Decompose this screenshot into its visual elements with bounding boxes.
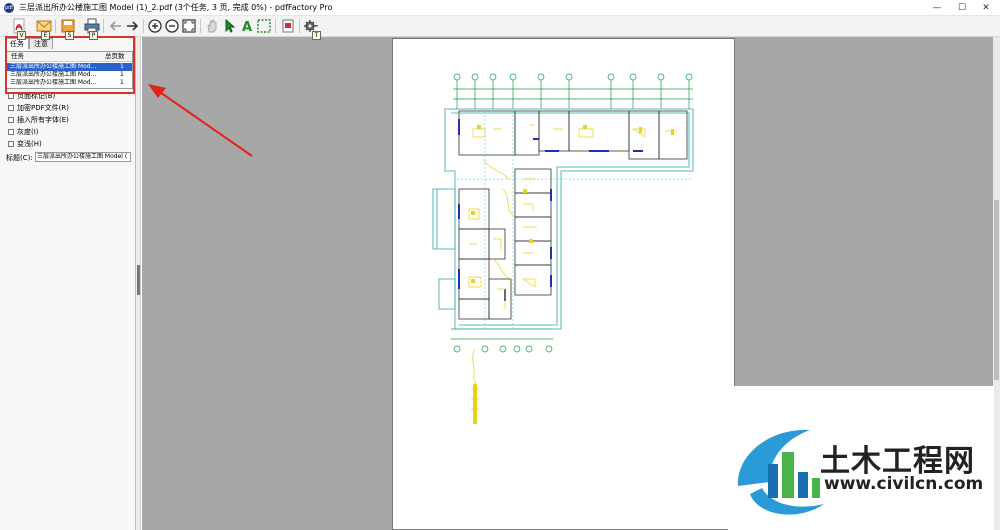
svg-text:A: A bbox=[242, 20, 252, 34]
checkbox[interactable] bbox=[8, 141, 14, 147]
option-label: 灰度(I) bbox=[17, 128, 39, 136]
watermark-logo: 土木工程网 www.civilcn.com bbox=[728, 386, 994, 530]
shortcut-t: T bbox=[312, 31, 321, 40]
close-button[interactable]: ✕ bbox=[974, 0, 998, 16]
fit-page-icon[interactable] bbox=[181, 18, 197, 34]
option-grayscale[interactable]: 灰度(I) bbox=[8, 128, 39, 138]
floor-plan-drawing bbox=[432, 73, 694, 424]
toolbar-separator bbox=[200, 19, 201, 33]
shortcut-p: P bbox=[89, 31, 98, 40]
pdfFactory-icon: pdf bbox=[4, 3, 14, 13]
option-label: 变浅(H) bbox=[17, 140, 42, 148]
pdf-page[interactable] bbox=[392, 38, 735, 530]
pointer-icon[interactable] bbox=[222, 18, 238, 34]
highlight-box bbox=[5, 36, 135, 94]
forward-icon[interactable] bbox=[124, 18, 140, 34]
toolbar-separator bbox=[143, 19, 144, 33]
toolbar-separator bbox=[275, 19, 276, 33]
brand-url: www.civilcn.com bbox=[824, 474, 984, 494]
maximize-button[interactable]: ☐ bbox=[950, 0, 974, 16]
checkbox[interactable] bbox=[8, 129, 14, 135]
toolbar-separator bbox=[103, 19, 104, 33]
shortcut-e: E bbox=[41, 31, 50, 40]
window-title: 三层派出所办公楼施工图 Model (1)_2.pdf (3个任务, 3 页, … bbox=[19, 3, 333, 12]
splitter-grip[interactable] bbox=[137, 265, 140, 295]
option-encrypt-pdf[interactable]: 加密PDF文件(R) bbox=[8, 104, 69, 114]
zoom-in-icon[interactable] bbox=[147, 18, 163, 34]
select-area-icon[interactable] bbox=[256, 18, 272, 34]
title-input[interactable]: 三层派出所办公楼施工图 Model ( bbox=[35, 152, 131, 162]
option-embed-fonts[interactable]: 插入所有字体(E) bbox=[8, 116, 69, 126]
toolbar-separator bbox=[55, 19, 56, 33]
text-tool-icon[interactable]: A bbox=[239, 18, 255, 34]
shortcut-s: S bbox=[65, 31, 74, 40]
option-label: 插入所有字体(E) bbox=[17, 116, 69, 124]
title-field-label: 标题(C): bbox=[6, 154, 33, 162]
checkbox[interactable] bbox=[8, 117, 14, 123]
back-icon[interactable] bbox=[108, 18, 124, 34]
option-lighten[interactable]: 变浅(H) bbox=[8, 140, 42, 150]
scrollbar-thumb[interactable] bbox=[994, 200, 999, 380]
title-bar: pdf 三层派出所办公楼施工图 Model (1)_2.pdf (3个任务, 3… bbox=[0, 0, 1000, 16]
option-label: 加密PDF文件(R) bbox=[17, 104, 69, 112]
minimize-button[interactable]: — bbox=[925, 0, 949, 16]
red-arrow-annotation bbox=[148, 84, 253, 157]
toolbar-separator bbox=[299, 19, 300, 33]
shortcut-v: V bbox=[17, 31, 26, 40]
document-icon[interactable] bbox=[280, 18, 296, 34]
zoom-out-icon[interactable] bbox=[164, 18, 180, 34]
hand-icon[interactable] bbox=[204, 18, 220, 34]
left-panel: 任务 注意 任务 总页数 三层派出所办公楼施工图 Mod... 1 三层派出所办… bbox=[0, 37, 136, 530]
checkbox[interactable] bbox=[8, 105, 14, 111]
toolbar: V E S P A T bbox=[0, 16, 1000, 40]
